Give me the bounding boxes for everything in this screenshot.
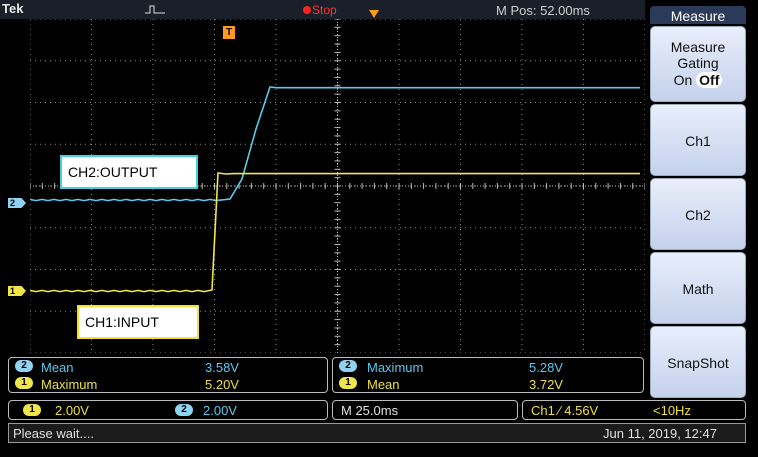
trigger-position-icon [369, 10, 379, 18]
measure-side-menu: Measure Measure Gating On Off Ch1 Ch2 Ma… [648, 6, 748, 401]
trigger-box[interactable]: Ch1 ⁄ 4.56V <10Hz [522, 400, 746, 420]
channel-badge: 2 [339, 360, 357, 372]
ch1-button[interactable]: Ch1 [650, 104, 746, 176]
settings-status-row: 1 2.00V 2 2.00V M 25.0ms Ch1 ⁄ 4.56V <10… [8, 400, 746, 420]
ch1-scale: 2.00V [55, 403, 89, 418]
message-bar: Please wait.... Jun 11, 2019, 12:47 [8, 423, 746, 443]
measurement-value: 3.58V [205, 360, 239, 375]
measure-gating-button[interactable]: Measure Gating On Off [650, 26, 746, 102]
status-message: Please wait.... [13, 426, 94, 441]
channel-badge: 2 [15, 360, 33, 372]
ch1-waveform [30, 172, 640, 293]
acquisition-icon [145, 5, 165, 14]
ch1-badge: 1 [23, 404, 41, 416]
ch2-ground-marker: 2 [8, 198, 26, 208]
gating-off-option: Off [696, 72, 723, 88]
snapshot-button[interactable]: SnapShot [650, 326, 746, 398]
measurement-value: 5.28V [529, 360, 563, 375]
math-button[interactable]: Math [650, 252, 746, 324]
date-time: Jun 11, 2019, 12:47 [603, 426, 717, 441]
gating-on-option: On [673, 72, 693, 88]
ch1-annotation-label[interactable]: CH1:INPUT [77, 305, 199, 339]
measurement-name: Maximum [41, 377, 98, 392]
ch2-button[interactable]: Ch2 [650, 178, 746, 250]
measurement-name: Mean [367, 377, 400, 392]
measurement-row: 2 Mean 3.58V [9, 359, 327, 377]
ch1-ground-marker: 1 [8, 286, 26, 296]
measurement-name: Mean [41, 360, 74, 375]
ch2-badge: 2 [175, 404, 193, 416]
run-status: Stop [312, 3, 337, 17]
gating-label-line2: Gating [677, 55, 719, 71]
measurement-row: 1 Mean 3.72V [333, 376, 643, 394]
menu-title: Measure [650, 6, 746, 24]
timebase-value: M 25.0ms [341, 403, 399, 418]
channel-badge: 1 [339, 377, 357, 389]
stop-indicator-icon [303, 6, 311, 14]
measurement-panel-right[interactable]: 2 Maximum 5.28V 1 Mean 3.72V [332, 357, 644, 393]
trigger-frequency: <10Hz [653, 403, 691, 418]
measurement-value: 3.72V [529, 377, 563, 392]
brand-logo: Tek [2, 1, 24, 16]
measurement-row: 2 Maximum 5.28V [333, 359, 643, 377]
trigger-setting: Ch1 ⁄ 4.56V [531, 403, 599, 418]
measurement-name: Maximum [367, 360, 424, 375]
measurement-panel-left[interactable]: 2 Mean 3.58V 1 Maximum 5.20V [8, 357, 328, 393]
ch2-scale: 2.00V [203, 403, 237, 418]
gating-label-line1: Measure [670, 39, 726, 55]
top-status-bar: Tek Stop M Pos: 52.00ms [0, 0, 645, 19]
gating-toggle: On Off [651, 72, 745, 88]
channel-scale-box[interactable]: 1 2.00V 2 2.00V [8, 400, 328, 420]
measurement-value: 5.20V [205, 377, 239, 392]
channel-badge: 1 [15, 377, 33, 389]
measurement-row: 1 Maximum 5.20V [9, 376, 327, 394]
timebase-box[interactable]: M 25.0ms [332, 400, 518, 420]
ch2-annotation-label[interactable]: CH2:OUTPUT [60, 155, 198, 189]
trigger-marker-icon: T [223, 26, 235, 39]
horizontal-position: M Pos: 52.00ms [496, 3, 590, 18]
